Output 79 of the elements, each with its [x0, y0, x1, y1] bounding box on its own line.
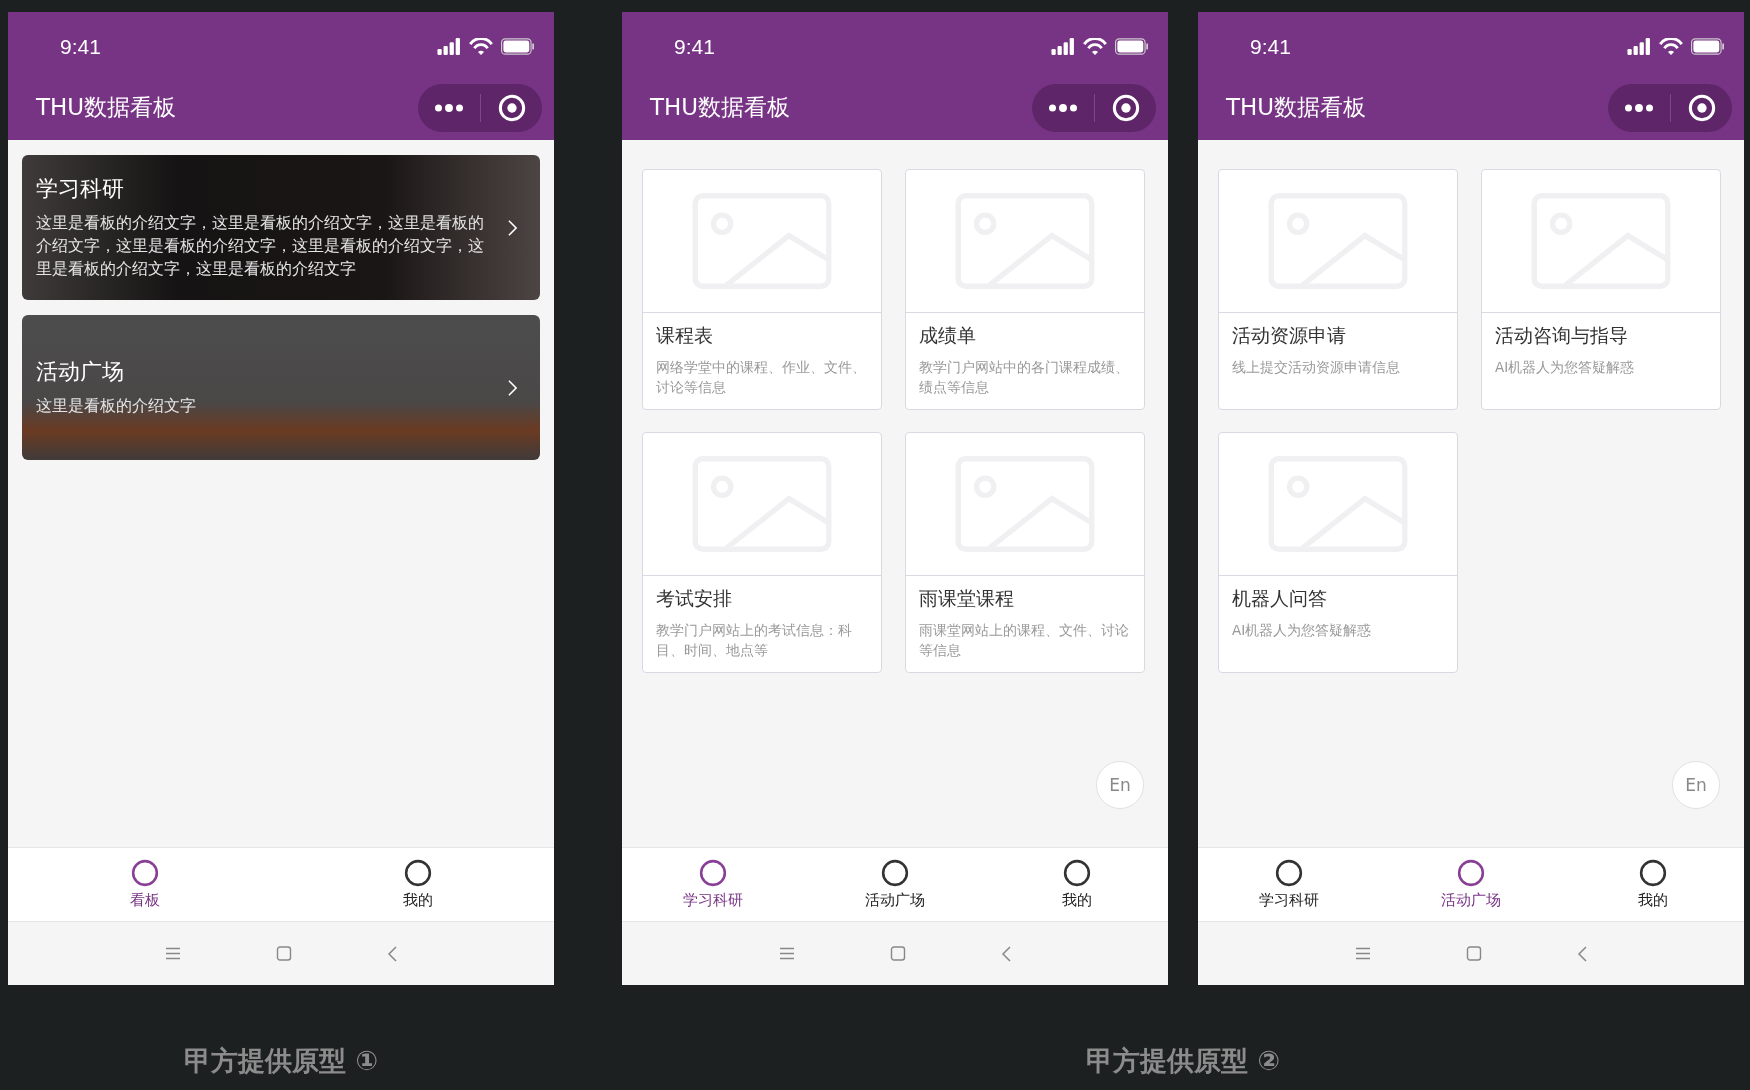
feature-card[interactable]: 机器人问答 AI机器人为您答疑解惑 — [1218, 432, 1458, 673]
menu-icon[interactable] — [778, 946, 795, 961]
card-title: 活动咨询与指导 — [1495, 323, 1629, 348]
card-title: 考试安排 — [656, 586, 733, 611]
banner-card[interactable]: 学习科研 这里是看板的介绍文字，这里是看板的介绍文字，这里是看板的介绍文字，这里是看板的介绍文字，这里是看板的介绍文字，这里是看板的介绍文字，这里是看板的介绍文字 — [22, 155, 540, 300]
home-square-icon[interactable] — [1465, 946, 1482, 961]
more-icon[interactable] — [1048, 102, 1077, 113]
card-description: 雨课堂网站上的课程、文件、讨论等信息 — [919, 621, 1130, 660]
app-title: THU数据看板 — [36, 93, 177, 122]
tab-item[interactable]: 活动广场 — [1380, 848, 1562, 921]
tab-item[interactable]: 学习科研 — [622, 848, 804, 921]
language-button[interactable]: En — [1096, 761, 1144, 809]
back-icon[interactable] — [1000, 945, 1012, 962]
banner-card[interactable]: 活动广场 这里是看板的介绍文字 — [22, 315, 540, 460]
prototype-caption: 甲方提供原型 ② — [1085, 1044, 1281, 1078]
app-title: THU数据看板 — [650, 93, 791, 122]
back-icon[interactable] — [386, 945, 398, 962]
home-square-icon[interactable] — [889, 946, 906, 961]
tab-item[interactable]: 看板 — [8, 848, 281, 921]
card-title: 雨课堂课程 — [919, 586, 1015, 611]
card-description: 教学门户网站中的各门课程成绩、绩点等信息 — [919, 358, 1130, 397]
more-icon[interactable] — [1624, 102, 1653, 113]
menu-capsule[interactable] — [1032, 83, 1156, 132]
chevron-right-icon — [507, 378, 518, 397]
feature-card[interactable]: 活动资源申请 线上提交活动资源申请信息 — [1218, 169, 1458, 410]
card-title: 机器人问答 — [1232, 586, 1328, 611]
card-title: 课程表 — [656, 323, 714, 348]
feature-card[interactable]: 考试安排 教学门户网站上的考试信息：科目、时间、地点等 — [642, 432, 882, 673]
menu-capsule[interactable] — [1608, 83, 1732, 132]
banner-title: 活动广场 — [36, 358, 125, 386]
back-icon[interactable] — [1576, 945, 1588, 962]
wifi-icon — [469, 38, 493, 55]
battery-icon — [1691, 38, 1724, 55]
tab-item[interactable]: 我的 — [986, 848, 1168, 921]
banner-description: 这里是看板的介绍文字 — [36, 396, 197, 417]
home-square-icon[interactable] — [275, 946, 292, 961]
chevron-right-icon — [507, 218, 518, 237]
status-time: 9:41 — [674, 34, 715, 59]
battery-icon — [501, 38, 534, 55]
status-time: 9:41 — [60, 34, 101, 59]
tab-item[interactable]: 我的 — [1562, 848, 1744, 921]
menu-capsule[interactable] — [418, 83, 542, 132]
battery-icon — [1115, 38, 1148, 55]
wifi-icon — [1659, 38, 1683, 55]
card-description: AI机器人为您答疑解惑 — [1232, 621, 1373, 640]
card-description: 网络学堂中的课程、作业、文件、讨论等信息 — [656, 358, 867, 397]
banner-description: 这里是看板的介绍文字，这里是看板的介绍文字，这里是看板的介绍文字，这里是看板的介绍文字，这里是看板的介绍文字，这里是看板的介绍文字，这里是看板的介绍文字 — [36, 213, 485, 280]
circle-icon — [1639, 859, 1667, 887]
feature-card[interactable]: 活动咨询与指导 AI机器人为您答疑解惑 — [1481, 169, 1721, 410]
feature-card[interactable]: 课程表 网络学堂中的课程、作业、文件、讨论等信息 — [642, 169, 882, 410]
signal-icon — [1051, 38, 1075, 55]
menu-icon[interactable] — [164, 946, 181, 961]
tab-item[interactable]: 我的 — [281, 848, 554, 921]
banner-title: 学习科研 — [36, 175, 125, 203]
circle-icon — [1063, 859, 1091, 887]
tab-item[interactable]: 活动广场 — [804, 848, 986, 921]
circle-icon — [1275, 859, 1303, 887]
signal-icon — [1627, 38, 1651, 55]
feature-card[interactable]: 成绩单 教学门户网站中的各门课程成绩、绩点等信息 — [905, 169, 1145, 410]
circle-icon — [881, 859, 909, 887]
tab-item[interactable]: 学习科研 — [1198, 848, 1380, 921]
circle-icon — [699, 859, 727, 887]
card-title: 活动资源申请 — [1232, 323, 1347, 348]
card-description: AI机器人为您答疑解惑 — [1495, 358, 1636, 377]
signal-icon — [437, 38, 461, 55]
menu-icon[interactable] — [1354, 946, 1371, 961]
language-button[interactable]: En — [1672, 761, 1720, 809]
circle-icon — [130, 859, 159, 887]
feature-card[interactable]: 雨课堂课程 雨课堂网站上的课程、文件、讨论等信息 — [905, 432, 1145, 673]
app-title: THU数据看板 — [1226, 93, 1367, 122]
status-time: 9:41 — [1250, 34, 1291, 59]
wifi-icon — [1083, 38, 1107, 55]
more-icon[interactable] — [434, 102, 463, 113]
card-description: 线上提交活动资源申请信息 — [1232, 358, 1401, 377]
card-title: 成绩单 — [919, 323, 977, 348]
circle-icon — [403, 859, 432, 887]
prototype-caption: 甲方提供原型 ① — [183, 1044, 379, 1078]
card-description: 教学门户网站上的考试信息：科目、时间、地点等 — [656, 621, 853, 660]
circle-icon — [1457, 859, 1485, 887]
